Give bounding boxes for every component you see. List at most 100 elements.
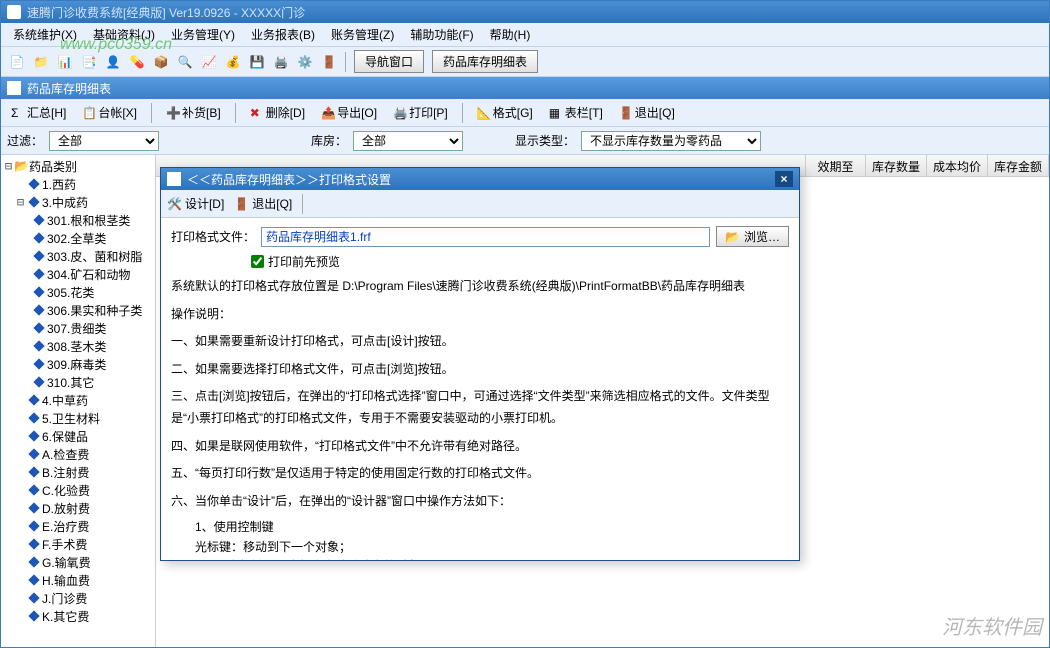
tree-item[interactable]: K.其它费 (42, 608, 89, 625)
filter-sel-1[interactable]: 全部 (49, 131, 159, 151)
tree-item[interactable]: 304.矿石和动物 (47, 266, 130, 283)
help-l2: 二、如果需要选择打印格式文件，可点击[浏览]按钮。 (171, 359, 789, 381)
filter-sel-3[interactable]: 不显示库存数量为零药品 (581, 131, 761, 151)
tree-item[interactable]: A.检查费 (42, 446, 89, 463)
tree-item[interactable]: 6.保健品 (42, 428, 88, 445)
tb-sep (345, 52, 346, 72)
menu-help[interactable]: 帮助(H) (482, 24, 539, 45)
tb-icon-12[interactable]: 🖨️ (272, 53, 290, 71)
tb-icon-8[interactable]: 🔍 (176, 53, 194, 71)
help-l1: 一、如果需要重新设计打印格式，可点击[设计]按钮。 (171, 331, 789, 353)
tree-item[interactable]: 307.贵细类 (47, 320, 106, 337)
col-expiry[interactable]: 效期至 (806, 155, 866, 176)
tb-icon-11[interactable]: 💾 (248, 53, 266, 71)
dialog-title: ＜＜药品库存明细表＞＞打印格式设置 (187, 171, 391, 188)
tree-item[interactable]: B.注射费 (42, 464, 89, 481)
act-del[interactable]: ✖删除[D] (246, 102, 309, 123)
child-title-text: 药品库存明细表 (27, 80, 111, 97)
tree-item[interactable]: 310.其它 (47, 374, 94, 391)
tree-item[interactable]: H.输血费 (42, 572, 90, 589)
menu-bar: 系统维护(X) 基础资料(J) 业务管理(Y) 业务报表(B) 账务管理(Z) … (1, 23, 1049, 47)
browse-button[interactable]: 📂浏览… (716, 226, 789, 247)
path-note: 系统默认的打印格式存放位置是 D:\Program Files\速腾门诊收费系统… (171, 276, 789, 298)
tb-icon-10[interactable]: 💰 (224, 53, 242, 71)
child-window-title: 药品库存明细表 (1, 77, 1049, 99)
tree-item[interactable]: 308.茎木类 (47, 338, 106, 355)
tree-item[interactable]: 4.中草药 (42, 392, 88, 409)
act-exit[interactable]: 🚪退出[Q] (615, 102, 679, 123)
tree-item[interactable]: J.门诊费 (42, 590, 87, 607)
btn-nav-window[interactable]: 导航窗口 (354, 50, 424, 73)
tree-item[interactable]: D.放射费 (42, 500, 90, 517)
tree-item[interactable]: 303.皮、菌和树脂 (47, 248, 142, 265)
act-restock[interactable]: ➕补货[B] (162, 102, 225, 123)
col-qty[interactable]: 库存数量 (866, 155, 927, 176)
tree-item[interactable]: 5.卫生材料 (42, 410, 100, 427)
tb-icon-7[interactable]: 📦 (152, 53, 170, 71)
tools-icon: 🛠️ (167, 197, 182, 211)
help-l6c: Ctrl + 光标键：沿光标方向移动选中的对象； (195, 557, 789, 560)
tree-item[interactable]: C.化验费 (42, 482, 90, 499)
category-tree[interactable]: ⊟📂药品类别 1.西药 ⊟3.中成药 301.根和根茎类 302.全草类 303… (1, 155, 156, 647)
tree-item[interactable]: 305.花类 (47, 284, 94, 301)
folder-icon: 📂 (725, 230, 740, 244)
btn-design[interactable]: 🛠️设计[D] (167, 195, 224, 212)
main-toolbar: 📄 📁 📊 📑 👤 💊 📦 🔍 📈 💰 💾 🖨️ ⚙️ 🚪 导航窗口 药品库存明… (1, 47, 1049, 77)
menu-biz[interactable]: 业务管理(Y) (163, 24, 243, 45)
tb-icon-1[interactable]: 📄 (8, 53, 26, 71)
act-export[interactable]: 📤导出[O] (317, 102, 381, 123)
tree-root[interactable]: 药品类别 (29, 158, 77, 175)
dialog-toolbar: 🛠️设计[D] 🚪退出[Q] (161, 190, 799, 218)
act-format[interactable]: 📐格式[G] (473, 102, 537, 123)
tree-item[interactable]: 301.根和根茎类 (47, 212, 130, 229)
menu-aux[interactable]: 辅助功能(F) (402, 24, 481, 45)
menu-report[interactable]: 业务报表(B) (243, 24, 323, 45)
help-l5: 五、“每页打印行数”是仅适用于特定的使用固定行数的打印格式文件。 (171, 463, 789, 485)
action-bar: Σ汇总[H] 📋台帐[X] ➕补货[B] ✖删除[D] 📤导出[O] 🖨️打印[… (1, 99, 1049, 127)
menu-base[interactable]: 基础资料(J) (85, 24, 163, 45)
preview-check-input[interactable] (251, 255, 264, 268)
dialog-title-bar[interactable]: ＜＜药品库存明细表＞＞打印格式设置 × (161, 168, 799, 190)
btn-exit[interactable]: 🚪退出[Q] (234, 195, 292, 212)
help-l6: 六、当你单击“设计”后，在弹出的“设计器”窗口中操作方法如下： (171, 491, 789, 513)
tree-item[interactable]: 1.西药 (42, 176, 76, 193)
tree-item[interactable]: G.输氧费 (42, 554, 91, 571)
col-amount[interactable]: 库存金额 (988, 155, 1049, 176)
tb-icon-9[interactable]: 📈 (200, 53, 218, 71)
file-input[interactable] (261, 227, 710, 247)
tree-item[interactable]: 306.果实和种子类 (47, 302, 142, 319)
help-l3: 三、点击[浏览]按钮后，在弹出的“打印格式选择”窗口中，可通过选择“文件类型”来… (171, 386, 789, 429)
help-title: 操作说明： (171, 304, 789, 326)
col-cost[interactable]: 成本均价 (927, 155, 988, 176)
file-label: 打印格式文件： (171, 228, 255, 245)
tb-icon-6[interactable]: 💊 (128, 53, 146, 71)
dialog-icon (167, 172, 181, 186)
menu-system[interactable]: 系统维护(X) (5, 24, 85, 45)
tb-icon-5[interactable]: 👤 (104, 53, 122, 71)
act-ledger[interactable]: 📋台帐[X] (78, 102, 141, 123)
tree-item[interactable]: F.手术费 (42, 536, 87, 553)
preview-checkbox[interactable]: 打印前先预览 (251, 253, 340, 270)
child-icon (7, 81, 21, 95)
act-sum[interactable]: Σ汇总[H] (7, 102, 70, 123)
tb-icon-4[interactable]: 📑 (80, 53, 98, 71)
main-title-bar: 速腾门诊收费系统[经典版] Ver19.0926 - XXXXX门诊 (1, 1, 1049, 23)
tree-item[interactable]: 3.中成药 (42, 194, 88, 211)
tb-icon-2[interactable]: 📁 (32, 53, 50, 71)
help-l6a: 1、使用控制键 (195, 518, 789, 537)
filter-sel-2[interactable]: 全部 (353, 131, 463, 151)
tb-icon-13[interactable]: ⚙️ (296, 53, 314, 71)
tb-icon-3[interactable]: 📊 (56, 53, 74, 71)
tree-item[interactable]: E.治疗费 (42, 518, 89, 535)
filter-bar: 过滤： 全部 库房： 全部 显示类型： 不显示库存数量为零药品 (1, 127, 1049, 155)
window-title: 速腾门诊收费系统[经典版] Ver19.0926 - XXXXX门诊 (27, 4, 305, 21)
tb-icon-14[interactable]: 🚪 (320, 53, 338, 71)
tree-item[interactable]: 309.麻毒类 (47, 356, 106, 373)
close-icon[interactable]: × (775, 171, 793, 187)
btn-stock-detail[interactable]: 药品库存明细表 (432, 50, 538, 73)
act-cols[interactable]: ▦表栏[T] (545, 102, 607, 123)
help-l6b: 光标键：移动到下一个对象； (195, 538, 789, 557)
menu-account[interactable]: 账务管理(Z) (323, 24, 402, 45)
act-print[interactable]: 🖨️打印[P] (389, 102, 452, 123)
tree-item[interactable]: 302.全草类 (47, 230, 106, 247)
